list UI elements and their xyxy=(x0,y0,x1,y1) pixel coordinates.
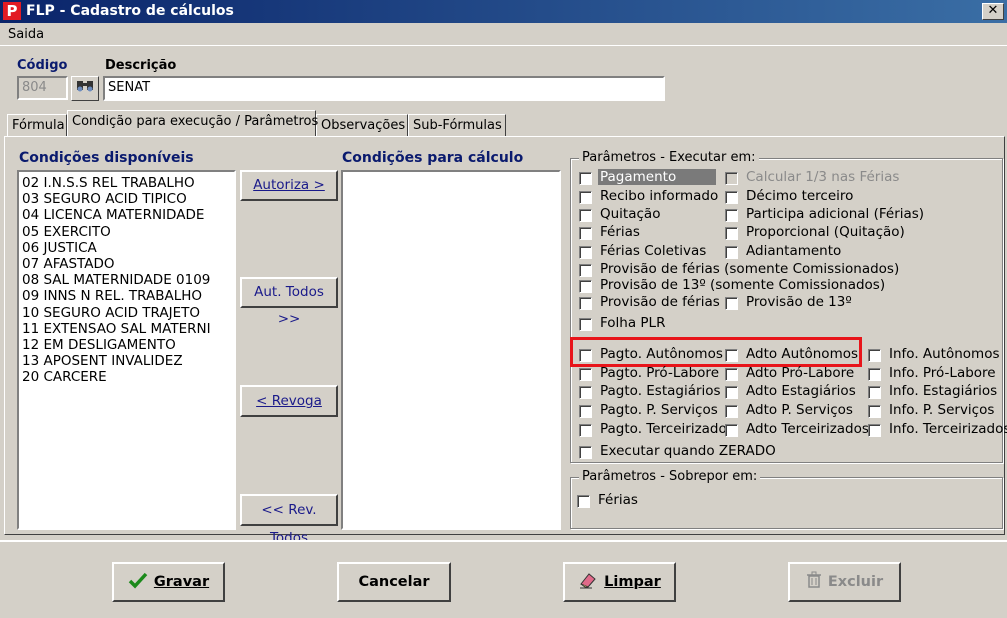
autoriza-button[interactable]: Autoriza > xyxy=(240,170,338,201)
autoriza-label: Autoriza > xyxy=(253,177,325,193)
chk-label: Provisão de férias (somente Comissionado… xyxy=(600,261,900,277)
chk-label: Participa adicional (Férias) xyxy=(746,206,925,222)
calc-conditions-list[interactable] xyxy=(341,170,561,530)
trash-icon xyxy=(806,564,822,600)
list-item[interactable]: 08 SAL MATERNIDADE 0109 xyxy=(19,272,234,288)
chk-label: Pagto. Autônomos xyxy=(600,346,723,362)
chk-label: Provisão de férias xyxy=(600,294,720,310)
chk-label: Calcular 1/3 nas Férias xyxy=(746,169,900,185)
chk-label: Adto P. Serviços xyxy=(746,402,853,418)
codigo-label: Código xyxy=(17,58,68,73)
chk-label: Info. Pró-Labore xyxy=(889,365,996,381)
app-logo-icon: P xyxy=(3,2,21,20)
chk-label: Provisão de 13º (somente Comissionados) xyxy=(600,277,886,293)
chk-label: Pagamento xyxy=(598,169,716,185)
list-item[interactable]: 10 SEGURO ACID TRAJETO xyxy=(19,305,234,321)
chk-label: Executar quando ZERADO xyxy=(600,443,776,459)
tab-sub-formulas[interactable]: Sub-Fórmulas xyxy=(408,114,506,136)
chk-label: Proporcional (Quitação) xyxy=(746,224,905,240)
chk-label: Adiantamento xyxy=(746,243,842,259)
chk-label: Pagto. Terceirizado xyxy=(600,421,727,437)
list-item[interactable]: 05 EXERCITO xyxy=(19,224,234,240)
limpar-label: Limpar xyxy=(604,574,661,590)
list-item[interactable]: 02 I.N.S.S REL TRABALHO xyxy=(19,175,234,191)
list-item[interactable]: 04 LICENCA MATERNIDADE xyxy=(19,207,234,223)
chk-label: Adto Pró-Labore xyxy=(746,365,855,381)
excluir-button[interactable]: Excluir xyxy=(788,562,901,602)
menu-bar: Saida xyxy=(0,24,1007,46)
list-item[interactable]: 11 EXTENSAO SAL MATERNI xyxy=(19,321,234,337)
chk-label: Info. Terceirizados xyxy=(889,421,1007,437)
tab-condicao-parametros[interactable]: Condição para execução / Parâmetros xyxy=(67,110,318,136)
descricao-label: Descrição xyxy=(105,58,177,73)
chk-label: Folha PLR xyxy=(600,315,666,331)
chk-label: Pagto. Pró-Labore xyxy=(600,365,719,381)
codigo-field[interactable]: 804 xyxy=(17,76,68,100)
tab-formula[interactable]: Fórmula xyxy=(7,114,67,136)
eraser-icon xyxy=(578,564,598,600)
chk-label: Info. P. Serviços xyxy=(889,402,995,418)
chk-label: Pagto. Estagiários xyxy=(600,383,721,399)
chk-label: Provisão de 13º xyxy=(746,294,852,310)
close-button[interactable]: ✕ xyxy=(982,3,1004,20)
title-bar: P FLP - Cadastro de cálculos ✕ xyxy=(0,0,1007,23)
menu-saida[interactable]: Saida xyxy=(8,27,44,42)
chk-label: Férias Coletivas xyxy=(600,243,707,259)
limpar-button[interactable]: Limpar xyxy=(563,562,676,602)
calc-conditions-title: Condições para cálculo xyxy=(342,150,524,166)
available-conditions-list[interactable]: 02 I.N.S.S REL TRABALHO 03 SEGURO ACID T… xyxy=(17,170,236,530)
window-title: FLP - Cadastro de cálculos xyxy=(26,3,234,19)
chk-label: Férias xyxy=(598,492,638,508)
list-item[interactable]: 20 CARCERE xyxy=(19,369,234,385)
chk-label: Adto Terceirizados xyxy=(746,421,869,437)
cancelar-label: Cancelar xyxy=(358,574,430,590)
check-icon xyxy=(128,564,148,600)
chk-label: Quitação xyxy=(600,206,661,222)
params-override-legend: Parâmetros - Sobrepor em: xyxy=(579,469,761,484)
chk-label: Recibo informado xyxy=(600,188,719,204)
descricao-field[interactable]: SENAT xyxy=(103,76,665,101)
tab-observacoes[interactable]: Observações xyxy=(316,114,408,136)
list-item[interactable]: 13 APOSENT INVALIDEZ xyxy=(19,353,234,369)
rev-todos-button[interactable]: << Rev. Todos xyxy=(240,494,338,546)
aut-todos-button[interactable]: Aut. Todos >> xyxy=(240,277,338,327)
list-item[interactable]: 07 AFASTADO xyxy=(19,256,234,272)
list-item[interactable]: 09 INNS N REL. TRABALHO xyxy=(19,288,234,304)
chk-label: Info. Estagiários xyxy=(889,383,998,399)
binoculars-icon xyxy=(76,80,94,96)
revoga-label: < Revoga xyxy=(256,393,322,409)
gravar-label: Gravar xyxy=(153,574,210,590)
params-execute-legend: Parâmetros - Executar em: xyxy=(579,150,759,165)
chk-label: Info. Autônomos xyxy=(889,346,1000,362)
list-item[interactable]: 12 EM DESLIGAMENTO xyxy=(19,337,234,353)
chk-label: Décimo terceiro xyxy=(746,188,854,204)
chk-label: Adto Autônomos xyxy=(746,346,859,362)
cancelar-button[interactable]: Cancelar xyxy=(337,562,451,602)
chk-label: Pagto. P. Serviços xyxy=(600,402,718,418)
gravar-button[interactable]: Gravar xyxy=(112,562,225,602)
list-item[interactable]: 06 JUSTICA xyxy=(19,240,234,256)
search-binoculars-button[interactable] xyxy=(71,76,99,101)
list-item[interactable]: 03 SEGURO ACID TIPICO xyxy=(19,191,234,207)
revoga-button[interactable]: < Revoga xyxy=(240,385,338,417)
excluir-label: Excluir xyxy=(827,574,884,590)
chk-label: Férias xyxy=(600,224,640,240)
chk-label: Adto Estagiários xyxy=(746,383,856,399)
available-conditions-title: Condições disponíveis xyxy=(19,150,194,166)
